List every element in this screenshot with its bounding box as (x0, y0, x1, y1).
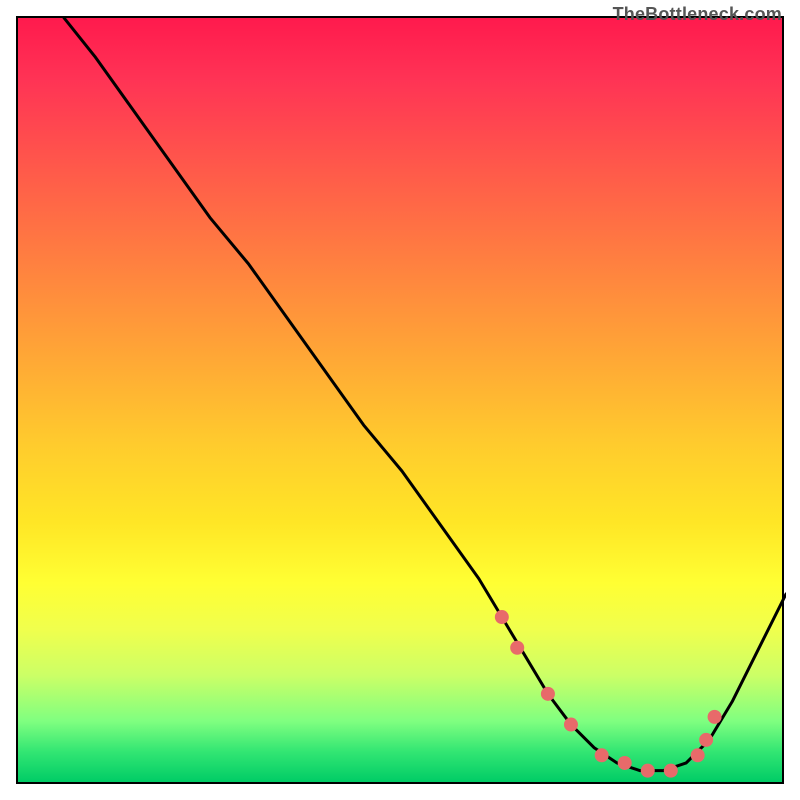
marker-dot (595, 748, 609, 762)
marker-dot (641, 764, 655, 778)
marker-dot (495, 610, 509, 624)
marker-dot (510, 641, 524, 655)
marker-dots (495, 610, 722, 778)
marker-dot (708, 710, 722, 724)
chart-svg (18, 18, 786, 786)
marker-dot (618, 756, 632, 770)
marker-dot (541, 687, 555, 701)
watermark-label: TheBottleneck.com (613, 4, 782, 25)
marker-dot (691, 748, 705, 762)
curve-line (64, 18, 786, 771)
plot-area: TheBottleneck.com (16, 16, 784, 784)
marker-dot (699, 733, 713, 747)
marker-dot (564, 718, 578, 732)
chart-container: TheBottleneck.com (0, 0, 800, 800)
marker-dot (664, 764, 678, 778)
